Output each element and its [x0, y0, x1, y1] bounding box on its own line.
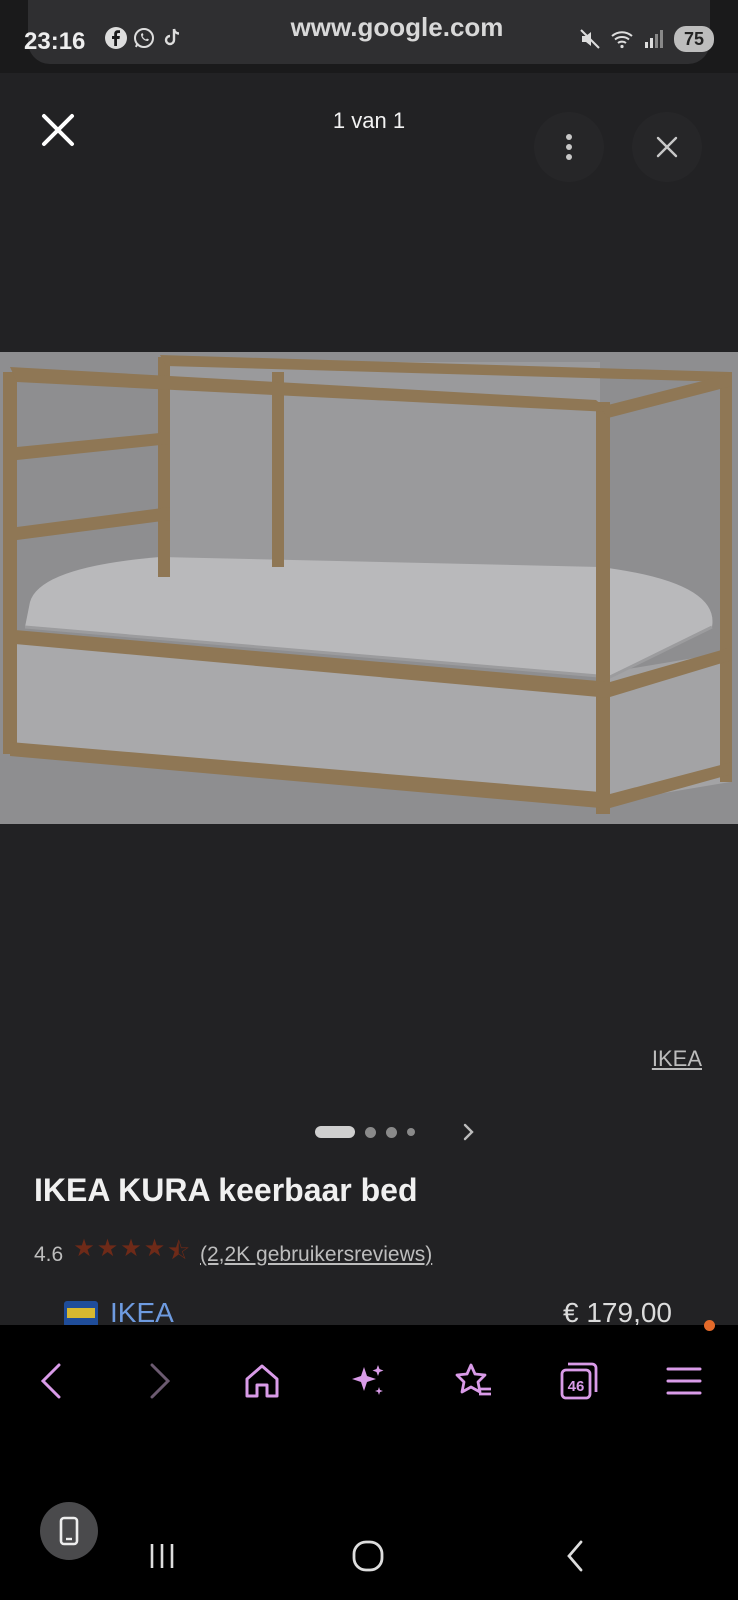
- star-icon: ★: [96, 1235, 119, 1262]
- offer-price: € 179,00: [563, 1297, 672, 1325]
- ikea-logo-icon: [64, 1301, 98, 1325]
- back-icon: [40, 1363, 61, 1399]
- battery-indicator: 75: [673, 26, 714, 52]
- star-icon: ★: [73, 1235, 95, 1262]
- status-time: 23:16: [24, 28, 86, 55]
- bed-illustration: [0, 352, 738, 824]
- forward-button[interactable]: [135, 1357, 183, 1405]
- whatsapp-icon: [134, 28, 154, 48]
- chevron-right-icon: [463, 1123, 474, 1141]
- system-back-button[interactable]: [556, 1536, 596, 1576]
- offer-row[interactable]: IKEA € 179,00: [0, 1295, 738, 1325]
- carousel-indicator: [315, 1126, 415, 1138]
- close-icon: [656, 136, 678, 158]
- ai-sparkle-icon: [352, 1365, 384, 1395]
- carousel-dot: [386, 1126, 397, 1138]
- image-source-link[interactable]: IKEA: [652, 1046, 702, 1072]
- menu-button[interactable]: [660, 1357, 708, 1405]
- carousel-dot: [365, 1126, 376, 1138]
- more-vertical-icon: [566, 134, 572, 160]
- carousel-next-button[interactable]: [458, 1122, 478, 1142]
- star-icon: ★: [120, 1235, 142, 1262]
- rating-value: 4.6: [34, 1242, 64, 1266]
- image-counter: 1 van 1: [332, 108, 406, 133]
- home-button[interactable]: [238, 1357, 286, 1405]
- bookmarks-icon: [455, 1363, 491, 1396]
- star-rating: ★ ★ ★ ★ ⯪: [73, 1234, 190, 1275]
- system-navigation-bar: [0, 1447, 738, 1600]
- carousel-dot: [407, 1128, 415, 1136]
- more-options-button[interactable]: [534, 112, 604, 182]
- notification-icons: [104, 26, 184, 50]
- browser-toolbar: 46: [0, 1325, 738, 1447]
- notification-dot: [704, 1320, 715, 1331]
- carousel-dot-active: [315, 1126, 355, 1138]
- mute-icon: [580, 29, 600, 49]
- star-icon: ★: [143, 1235, 166, 1262]
- recent-apps-button[interactable]: [142, 1536, 182, 1576]
- store-name[interactable]: IKEA: [110, 1297, 174, 1325]
- facebook-icon: [105, 27, 127, 49]
- ai-assistant-button[interactable]: [344, 1357, 392, 1405]
- product-image[interactable]: [0, 352, 738, 824]
- close-panel-button[interactable]: [632, 112, 702, 182]
- tabs-icon: 46: [560, 1362, 598, 1400]
- home-icon: [245, 1364, 279, 1398]
- tiktok-icon: [164, 28, 180, 46]
- device-switch-button[interactable]: [40, 1502, 98, 1560]
- rating-row: 4.6 ★ ★ ★ ★ ⯪ (2,2K gebruikersreviews): [34, 1234, 432, 1275]
- home-system-button[interactable]: [348, 1536, 388, 1576]
- signal-icon: [644, 30, 663, 48]
- forward-icon: [150, 1363, 171, 1399]
- wifi-icon: [611, 31, 633, 49]
- home-circle-icon: [352, 1540, 384, 1572]
- reviews-link[interactable]: (2,2K gebruikersreviews): [200, 1243, 432, 1267]
- status-bar: www.google.com 23:16 75: [0, 0, 738, 73]
- product-title[interactable]: IKEA KURA keerbaar bed: [34, 1172, 418, 1209]
- bookmarks-button[interactable]: [450, 1357, 498, 1405]
- phone-icon: [59, 1516, 79, 1546]
- back-arrow-icon: [567, 1540, 583, 1572]
- back-button[interactable]: [28, 1357, 76, 1405]
- tabs-button[interactable]: 46: [555, 1357, 603, 1405]
- tabs-count: 46: [568, 1378, 585, 1395]
- recent-apps-icon: [150, 1544, 174, 1568]
- menu-icon: [666, 1367, 702, 1395]
- half-star-icon: ⯪: [167, 1238, 190, 1265]
- system-status-icons: 75: [578, 26, 714, 52]
